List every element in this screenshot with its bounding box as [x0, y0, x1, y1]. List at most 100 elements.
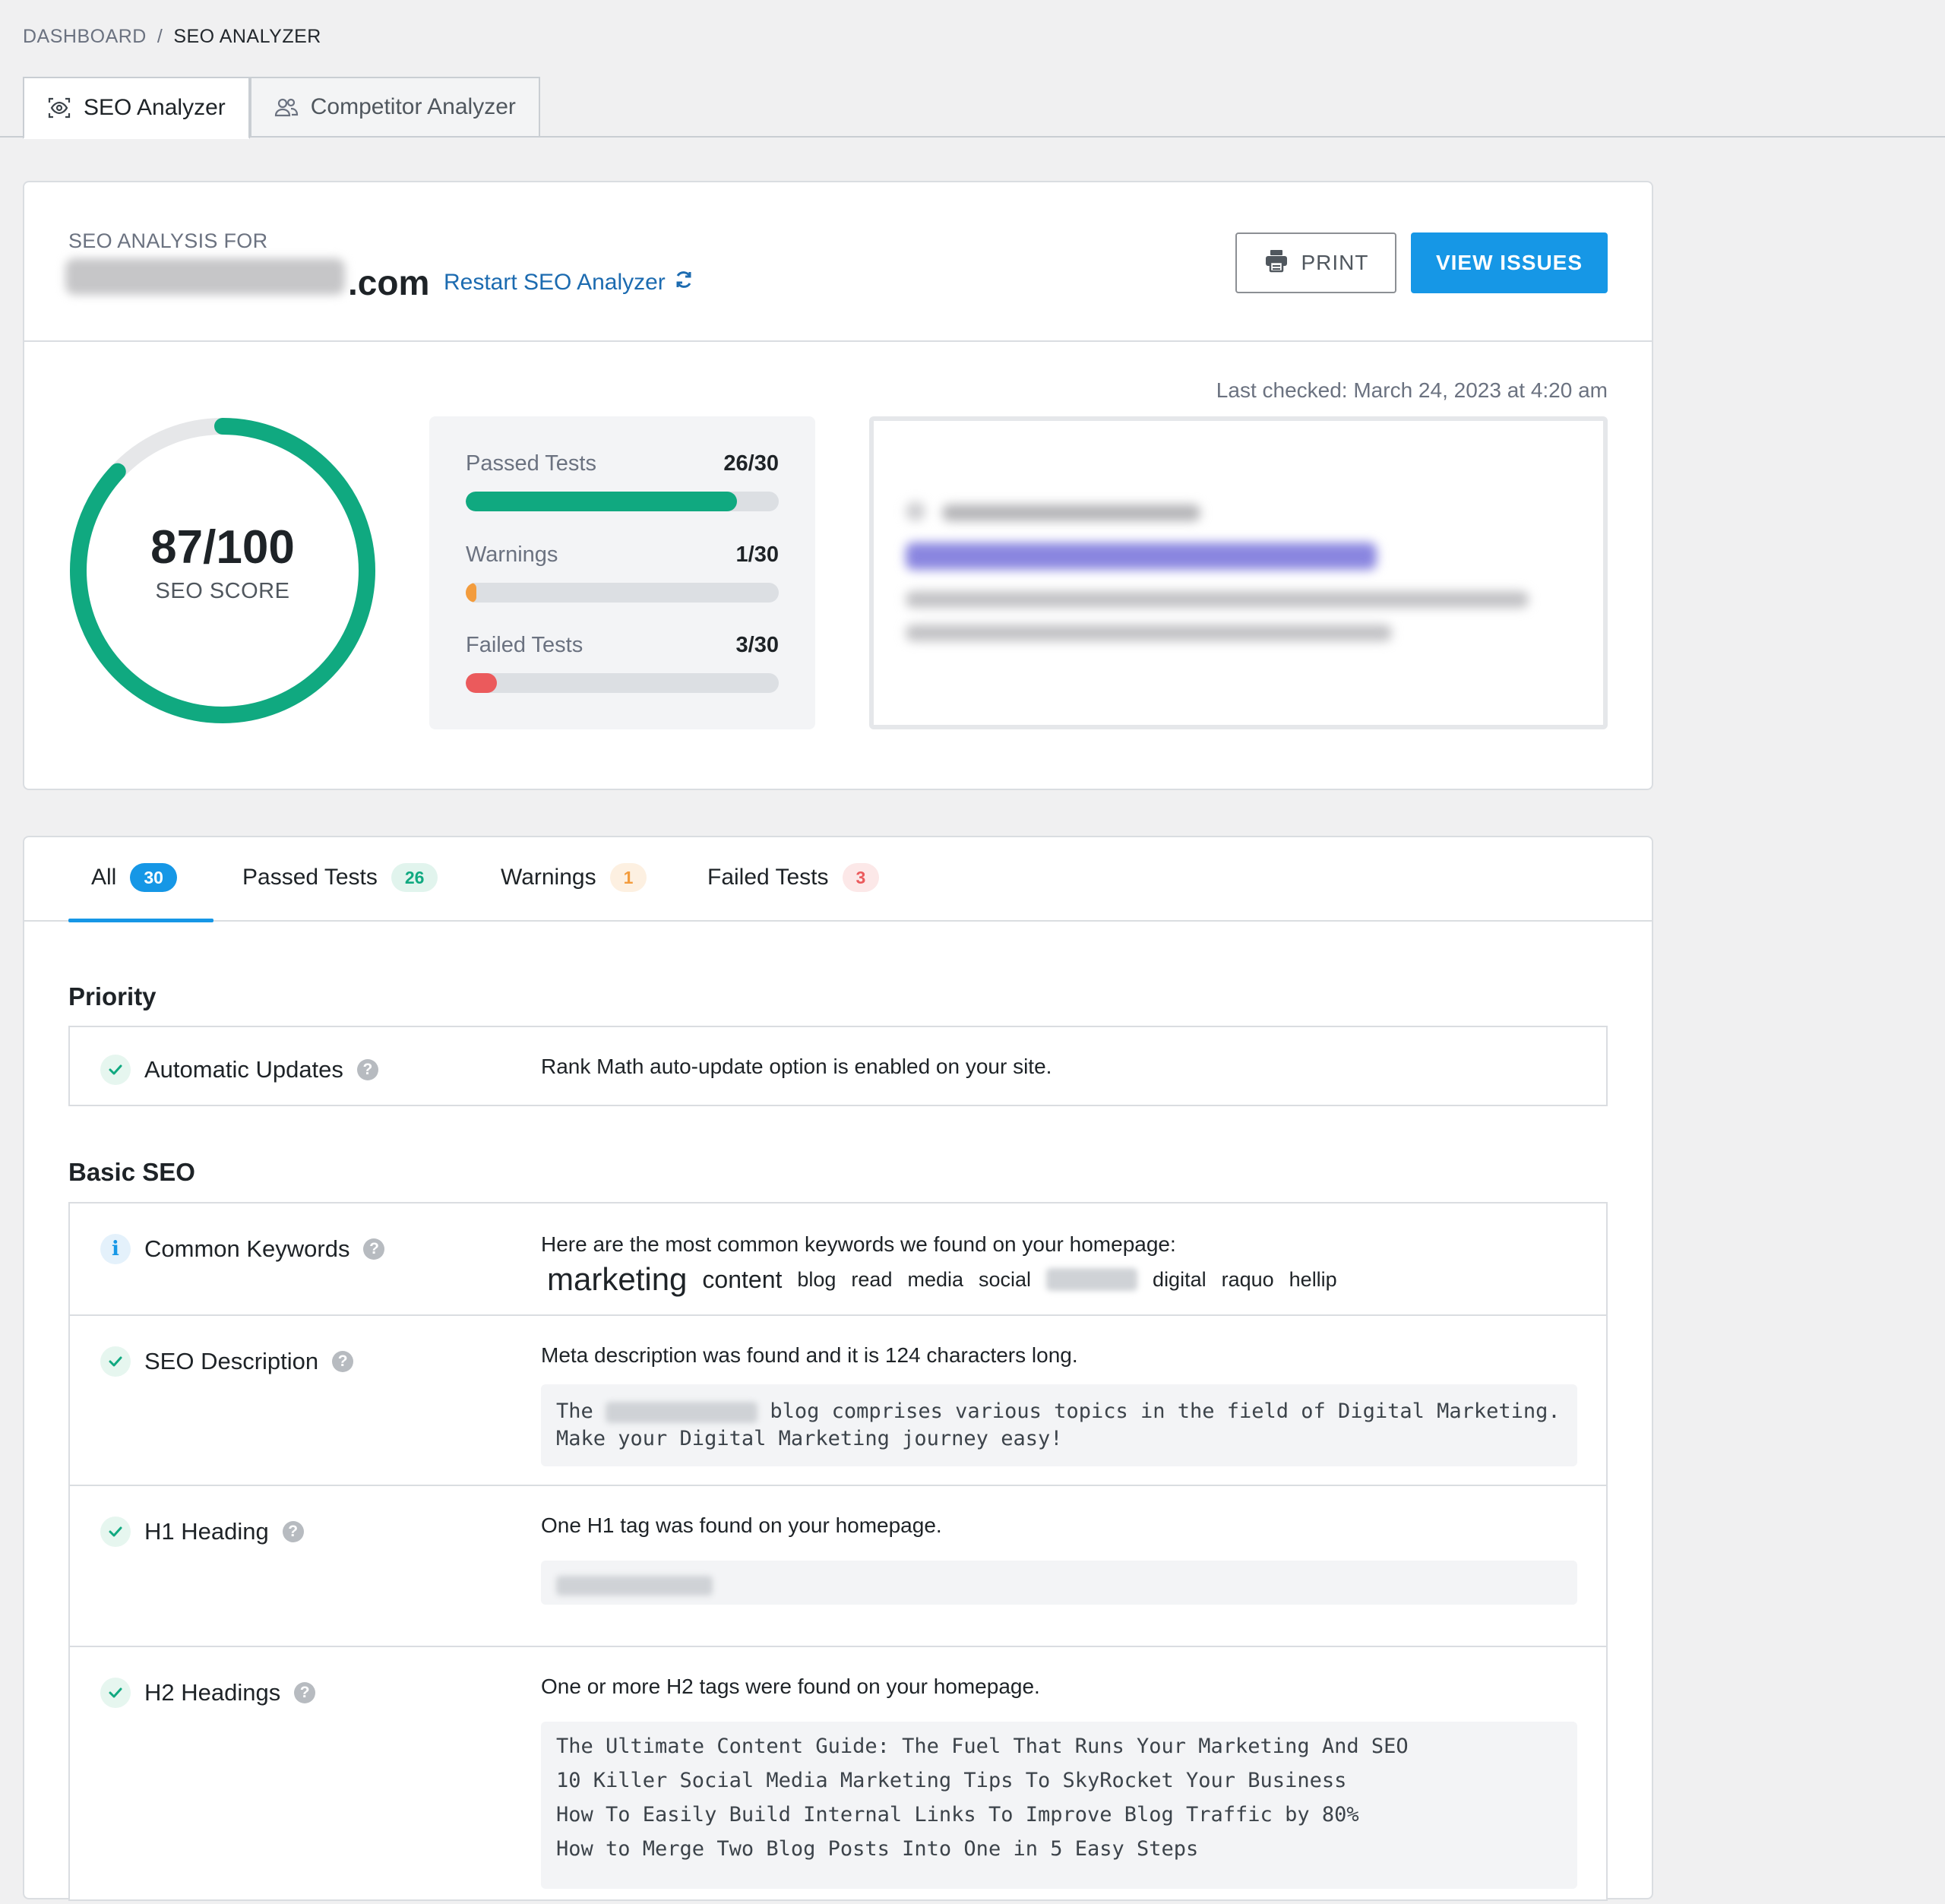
help-icon[interactable]: ? — [294, 1682, 316, 1703]
failed-tests-bar — [466, 673, 779, 693]
test-message: One or more H2 tags were found on your h… — [541, 1675, 1040, 1698]
preview-desc-line2-blur — [906, 625, 1392, 641]
failed-tests-value: 3/30 — [735, 633, 779, 657]
analyzer-tabs: SEO Analyzer Competitor Analyzer — [23, 77, 540, 139]
passed-tests-stat: Passed Tests 26/30 — [466, 451, 779, 511]
filter-tab-failed[interactable]: Failed Tests 3 — [707, 860, 880, 895]
keyword: hellip — [1289, 1267, 1337, 1291]
test-message: Rank Math auto-update option is enabled … — [541, 1055, 1052, 1078]
check-icon — [100, 1678, 131, 1708]
redacted-keyword — [1046, 1268, 1138, 1291]
preview-desc-line1-blur — [906, 591, 1529, 608]
test-row-seo-description: SEO Description ? Meta description was f… — [70, 1314, 1606, 1486]
redacted-h1-text — [556, 1575, 713, 1596]
eye-scan-icon — [47, 96, 71, 120]
section-title-basic-seo: Basic SEO — [68, 1158, 195, 1186]
filter-tabs-divider — [23, 920, 1653, 922]
filter-tab-all-label: All — [91, 865, 117, 890]
score-value: 87/100 — [150, 521, 295, 574]
favicon-blur — [906, 501, 925, 521]
test-label: Automatic Updates — [144, 1056, 343, 1083]
meta-description-code: The blog comprises various topics in the… — [541, 1384, 1577, 1466]
filter-tab-passed[interactable]: Passed Tests 26 — [242, 860, 438, 895]
domain-tld: .com — [348, 263, 430, 302]
keyword: content — [702, 1265, 783, 1293]
last-checked: Last checked: March 24, 2023 at 4:20 am — [1216, 378, 1608, 402]
redacted-site-name — [606, 1401, 758, 1423]
check-icon — [100, 1517, 131, 1547]
h2-headings-code: The Ultimate Content Guide: The Fuel Tha… — [541, 1722, 1577, 1889]
check-icon — [100, 1346, 131, 1377]
failed-tests-bar-fill — [466, 673, 498, 693]
restart-label: Restart SEO Analyzer — [444, 270, 666, 295]
passed-tests-label: Passed Tests — [466, 451, 596, 476]
test-row-h1-heading: H1 Heading ? One H1 tag was found on you… — [70, 1485, 1606, 1647]
test-name-automatic-updates: Automatic Updates ? — [100, 1055, 378, 1085]
h2-line: The Ultimate Content Guide: The Fuel Tha… — [556, 1735, 1409, 1758]
code-line1: blog comprises various topics in the fie… — [770, 1400, 1561, 1423]
help-icon[interactable]: ? — [282, 1521, 304, 1542]
breadcrumb-separator: / — [157, 26, 163, 47]
tab-competitor-analyzer[interactable]: Competitor Analyzer — [249, 77, 540, 138]
help-icon[interactable]: ? — [332, 1351, 354, 1372]
passed-tests-value: 26/30 — [723, 451, 779, 476]
test-row-h2-headings: H2 Headings ? One or more H2 tags were f… — [70, 1646, 1606, 1904]
test-stats-panel: Passed Tests 26/30 Warnings 1/30 Failed … — [429, 416, 815, 729]
check-icon — [100, 1055, 131, 1085]
info-icon: i — [100, 1234, 131, 1264]
keyword: blog — [797, 1267, 837, 1291]
search-result-preview — [869, 416, 1608, 729]
warnings-bar-fill — [466, 583, 476, 603]
test-message: Meta description was found and it is 124… — [541, 1343, 1078, 1367]
test-name-common-keywords: i Common Keywords ? — [100, 1234, 385, 1264]
code-prefix: The — [556, 1400, 593, 1423]
tab-seo-analyzer[interactable]: SEO Analyzer — [23, 77, 250, 139]
filter-tab-warnings-count: 1 — [609, 863, 647, 892]
filter-tab-passed-count: 26 — [391, 863, 438, 892]
filter-tab-warnings-label: Warnings — [501, 865, 596, 890]
seo-score: 87/100 SEO SCORE — [68, 524, 377, 604]
priority-tests: Automatic Updates ? Rank Math auto-updat… — [68, 1026, 1608, 1106]
breadcrumb: DASHBOARD / SEO ANALYZER — [23, 26, 321, 48]
filter-tab-failed-label: Failed Tests — [707, 865, 829, 890]
failed-tests-stat: Failed Tests 3/30 — [466, 633, 779, 693]
test-message: One H1 tag was found on your homepage. — [541, 1513, 942, 1537]
passed-tests-bar-fill — [466, 492, 738, 511]
filter-tab-passed-label: Passed Tests — [242, 865, 378, 890]
filter-tab-warnings[interactable]: Warnings 1 — [501, 860, 647, 895]
h2-line: 10 Killer Social Media Marketing Tips To… — [556, 1769, 1347, 1792]
redacted-domain-name — [65, 258, 345, 295]
h2-line: How to Merge Two Blog Posts Into One in … — [556, 1837, 1199, 1861]
keyword: read — [851, 1267, 893, 1291]
h1-heading-code — [541, 1561, 1577, 1605]
analysis-for-label: SEO ANALYSIS FOR — [68, 229, 268, 252]
tab-competitor-analyzer-label: Competitor Analyzer — [310, 94, 516, 119]
keyword: raquo — [1221, 1267, 1274, 1291]
test-name-seo-description: SEO Description ? — [100, 1346, 354, 1377]
restart-analyzer-link[interactable]: Restart SEO Analyzer — [444, 269, 694, 296]
h2-line: How To Easily Build Internal Links To Im… — [556, 1803, 1359, 1827]
test-label: H2 Headings — [144, 1679, 281, 1706]
refresh-icon — [673, 269, 694, 296]
filter-tab-all[interactable]: All 30 — [91, 860, 177, 895]
card-divider — [23, 340, 1653, 342]
test-row-common-keywords: i Common Keywords ? Here are the most co… — [70, 1203, 1606, 1316]
printer-icon — [1263, 248, 1289, 279]
print-button[interactable]: PRINT — [1235, 232, 1396, 293]
test-row-automatic-updates: Automatic Updates ? Rank Math auto-updat… — [70, 1027, 1606, 1105]
analyzed-domain: .com — [65, 258, 429, 303]
test-label: SEO Description — [144, 1348, 319, 1374]
breadcrumb-dashboard-link[interactable]: DASHBOARD — [23, 26, 147, 48]
warnings-value: 1/30 — [735, 542, 779, 567]
help-icon[interactable]: ? — [363, 1238, 385, 1260]
help-icon[interactable]: ? — [356, 1059, 378, 1080]
test-name-h2-headings: H2 Headings ? — [100, 1678, 316, 1708]
view-issues-button[interactable]: VIEW ISSUES — [1411, 232, 1608, 293]
keyword: social — [979, 1267, 1032, 1291]
basic-seo-tests: i Common Keywords ? Here are the most co… — [68, 1202, 1608, 1901]
filter-tab-failed-count: 3 — [842, 863, 880, 892]
passed-tests-bar — [466, 492, 779, 511]
score-label: SEO SCORE — [155, 579, 290, 603]
users-icon — [274, 95, 299, 119]
tab-seo-analyzer-label: SEO Analyzer — [84, 95, 226, 120]
